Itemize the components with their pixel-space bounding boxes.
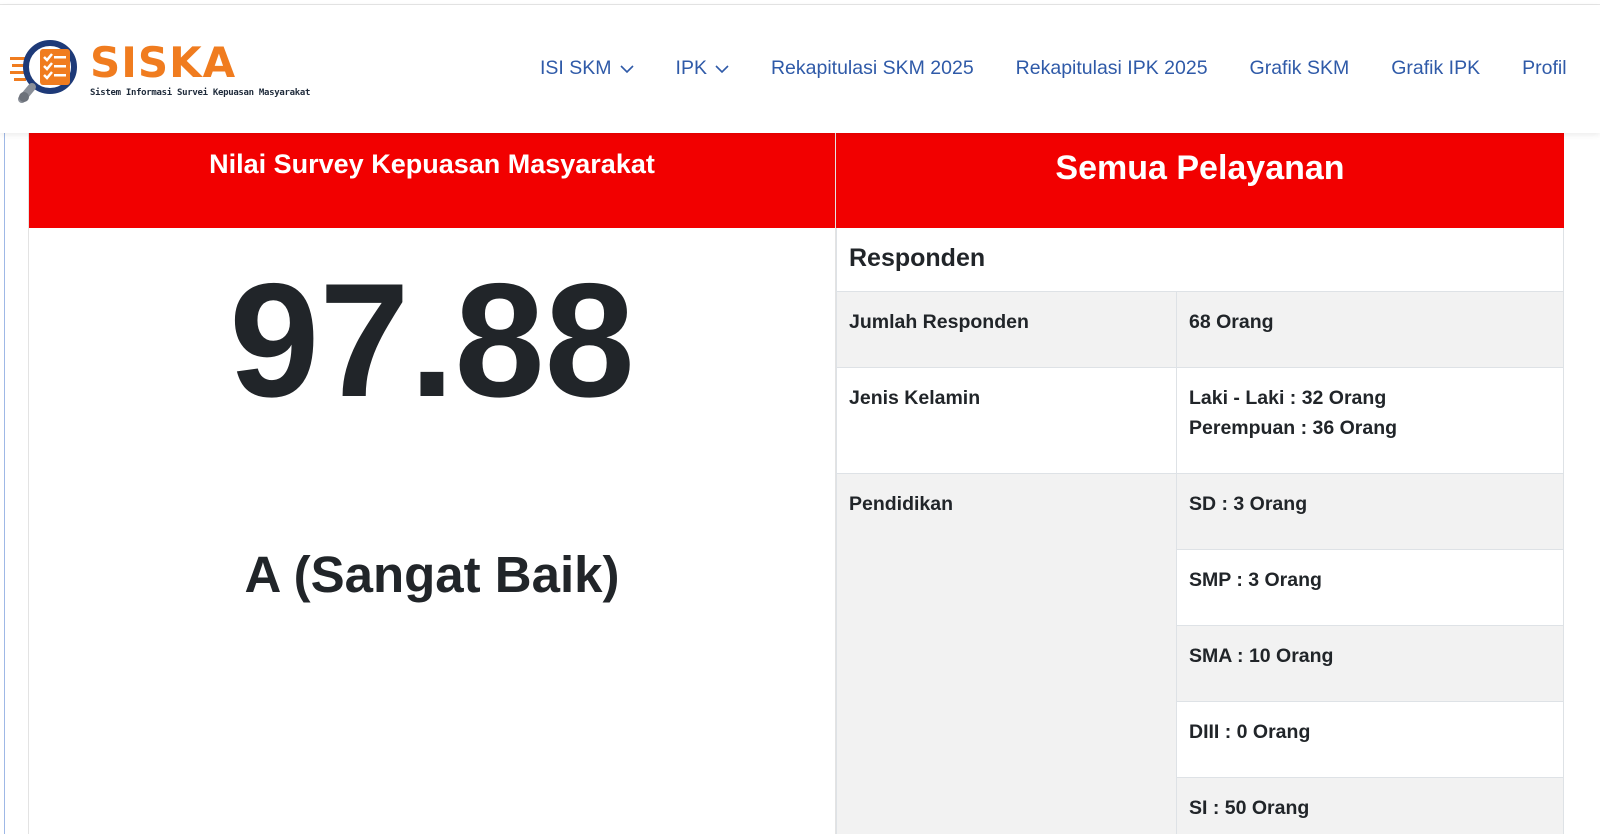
nav-rekap-skm-label: Rekapitulasi SKM 2025	[770, 57, 974, 79]
table-row: Pendidikan SD : 3 Orang	[836, 473, 1564, 834]
education-diii: DIII : 0 Orang	[1176, 701, 1564, 778]
nav-profil-label: Profil	[1522, 57, 1567, 79]
education-si: SI : 50 Orang	[1176, 777, 1564, 834]
service-title: Semua Pelayanan	[836, 133, 1564, 228]
nav-rekap-ipk-label: Rekapitulasi IPK 2025	[1015, 57, 1208, 79]
nav-grafik-ipk[interactable]: Grafik IPK	[1391, 57, 1480, 80]
respondent-table: Jumlah Responden 68 Orang Jenis Kelamin …	[836, 291, 1564, 834]
skm-grade: A (Sangat Baik)	[244, 546, 620, 603]
education-sd: SD : 3 Orang	[1176, 473, 1564, 550]
gender-label: Jenis Kelamin	[836, 367, 1177, 474]
nav-ipk-label: IPK	[675, 57, 707, 79]
nav-rekap-skm[interactable]: Rekapitulasi SKM 2025	[771, 57, 974, 80]
education-label: Pendidikan	[836, 473, 1177, 834]
education-smp: SMP : 3 Orang	[1176, 549, 1564, 626]
respondent-section-title: Responden	[836, 228, 1564, 291]
table-row: Jumlah Responden 68 Orang	[836, 291, 1564, 368]
logo-title: SISKA	[90, 38, 237, 87]
site-logo[interactable]: SISKA Sistem Informasi Survei Kepuasan M…	[10, 33, 310, 113]
nav-isi-skm[interactable]: ISI SKM	[540, 57, 634, 80]
nav-rekap-ipk[interactable]: Rekapitulasi IPK 2025	[1016, 57, 1208, 80]
site-header: SISKA Sistem Informasi Survei Kepuasan M…	[0, 5, 1600, 133]
nav-grafik-ipk-label: Grafik IPK	[1391, 57, 1481, 79]
gender-values: Laki - Laki : 32 Orang Perempuan : 36 Or…	[1176, 367, 1564, 474]
magnifier-checklist-icon	[10, 40, 77, 103]
jumlah-label: Jumlah Responden	[836, 291, 1177, 368]
page-frame-border	[4, 133, 5, 834]
nav-profil[interactable]: Profil	[1522, 57, 1566, 80]
chevron-down-icon	[619, 64, 634, 73]
respondent-panel: Semua Pelayanan Responden Jumlah Respond…	[836, 133, 1564, 834]
skm-score-title: Nilai Survey Kepuasan Masyarakat	[29, 133, 835, 228]
gender-male: Laki - Laki : 32 Orang	[1189, 387, 1387, 409]
nav-grafik-skm-label: Grafik SKM	[1249, 57, 1350, 79]
nav-grafik-skm[interactable]: Grafik SKM	[1250, 57, 1350, 80]
skm-score-panel: Nilai Survey Kepuasan Masyarakat 97.88 A…	[28, 133, 836, 834]
chevron-down-icon	[715, 64, 729, 73]
logo-subtitle: Sistem Informasi Survei Kepuasan Masyara…	[90, 88, 311, 98]
main-nav: ISI SKM IPK Rekapitulasi SKM 2025 Rekapi…	[540, 57, 1567, 80]
education-sma: SMA : 10 Orang	[1176, 625, 1564, 702]
table-row: Jenis Kelamin Laki - Laki : 32 Orang Per…	[836, 367, 1564, 474]
nav-ipk[interactable]: IPK	[676, 57, 729, 80]
jumlah-value: 68 Orang	[1176, 291, 1564, 368]
gender-female: Perempuan : 36 Orang	[1189, 417, 1398, 439]
nav-isi-skm-label: ISI SKM	[540, 57, 612, 79]
skm-score-value: 97.88	[229, 250, 635, 431]
